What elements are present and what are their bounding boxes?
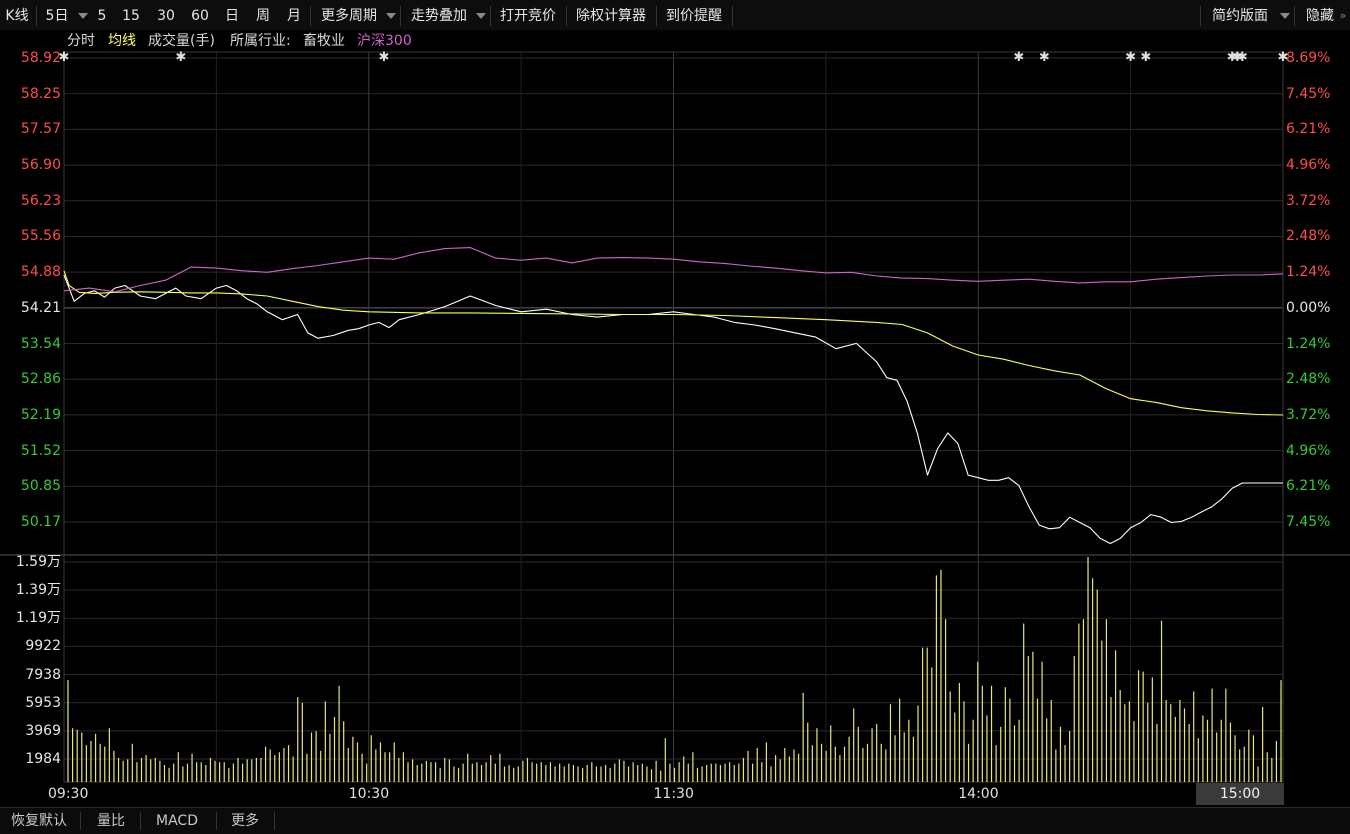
percent-tick-label: 3.72% — [1286, 406, 1331, 423]
percent-tick-label: 6.21% — [1286, 478, 1331, 495]
time-tick-label: 09:30 — [48, 786, 89, 802]
tab-more[interactable]: 更多 — [222, 811, 268, 831]
event-marker-icon: ✱ — [1125, 50, 1136, 65]
time-tick-label: 11:30 — [653, 786, 694, 802]
percent-tick-label: 8.69% — [1286, 50, 1331, 66]
price-tick-label: 56.23 — [20, 192, 61, 209]
intraday-chart[interactable]: ✱ ✱ ✱ ✱ ✱ ✱ ✱ ✱✱✱ ✱ — [0, 0, 1350, 807]
percent-tick-label: 4.96% — [1286, 157, 1331, 174]
volume-tick-label: 1.59万 — [15, 554, 61, 570]
price-tick-label: 54.88 — [20, 264, 61, 281]
event-marker-icon: ✱ — [1237, 50, 1248, 65]
event-marker-icon: ✱ — [1140, 50, 1151, 65]
price-tick-label: 52.19 — [20, 406, 61, 423]
current-time-label: 15:00 — [1196, 783, 1284, 805]
percent-tick-label: 0.00% — [1286, 299, 1331, 316]
price-tick-label: 53.54 — [20, 335, 61, 352]
volume-tick-label: 1.19万 — [15, 610, 61, 627]
volume-tick-label: 5953 — [25, 694, 61, 711]
price-tick-label: 58.92 — [20, 50, 61, 66]
price-tick-label: 51.52 — [20, 442, 61, 459]
volume-bars — [67, 557, 1282, 782]
percent-tick-label: 1.24% — [1286, 264, 1331, 281]
price-tick-label: 57.57 — [20, 121, 61, 138]
price-tick-label: 55.56 — [20, 228, 61, 245]
bottom-tab-bar: 恢复默认 量比 MACD 更多 — [0, 807, 1350, 834]
tab-volume-ratio[interactable]: 量比 — [88, 811, 134, 831]
tab-divider — [80, 812, 81, 830]
tab-restore-default[interactable]: 恢复默认 — [4, 811, 74, 831]
price-tick-label: 56.90 — [20, 157, 61, 174]
volume-tick-label: 3969 — [25, 722, 61, 739]
tab-macd[interactable]: MACD — [146, 811, 208, 831]
percent-tick-label: 1.24% — [1286, 335, 1331, 352]
volume-tick-label: 7938 — [25, 666, 61, 683]
percent-tick-label: 7.45% — [1286, 514, 1331, 530]
percent-tick-label: 4.96% — [1286, 442, 1331, 459]
tab-divider — [216, 812, 217, 830]
price-tick-label: 52.86 — [20, 371, 61, 388]
percent-tick-label: 6.21% — [1286, 121, 1331, 138]
chart-grid — [0, 51, 1350, 783]
event-marker-icon: ✱ — [1013, 50, 1024, 65]
percent-tick-label: 2.48% — [1286, 228, 1331, 245]
tab-divider — [140, 812, 141, 830]
volume-tick-label: 1984 — [25, 751, 61, 767]
tab-divider — [274, 812, 275, 830]
time-tick-label: 14:00 — [958, 786, 999, 802]
percent-tick-label: 7.45% — [1286, 85, 1331, 102]
price-tick-label: 50.17 — [20, 514, 61, 530]
event-marker-icon: ✱ — [175, 50, 186, 65]
percent-tick-label: 3.72% — [1286, 192, 1331, 209]
event-marker-icon: ✱ — [1039, 50, 1050, 65]
volume-tick-label: 1.39万 — [15, 582, 61, 599]
price-tick-label: 58.25 — [20, 85, 61, 102]
price-tick-label: 54.21 — [20, 299, 61, 316]
time-tick-label: 10:30 — [348, 786, 390, 802]
event-marker-icon: ✱ — [379, 50, 390, 65]
percent-tick-label: 2.48% — [1286, 371, 1331, 388]
price-tick-label: 50.85 — [20, 478, 61, 495]
volume-tick-label: 9922 — [25, 638, 61, 655]
